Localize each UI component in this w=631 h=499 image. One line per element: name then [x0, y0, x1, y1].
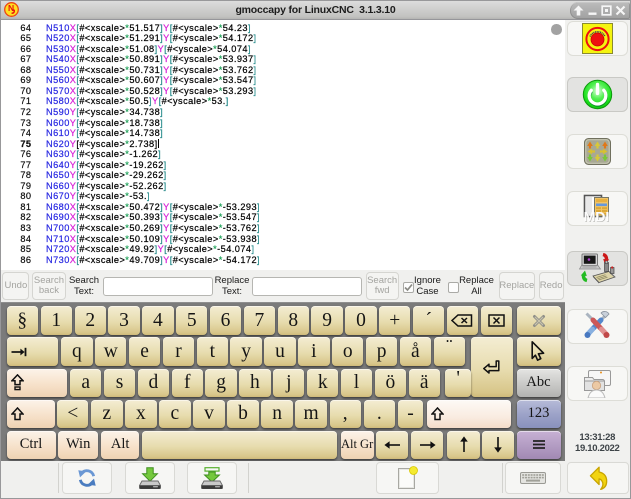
- svg-text:MDI: MDI: [584, 208, 610, 224]
- svg-text:N: N: [8, 3, 14, 13]
